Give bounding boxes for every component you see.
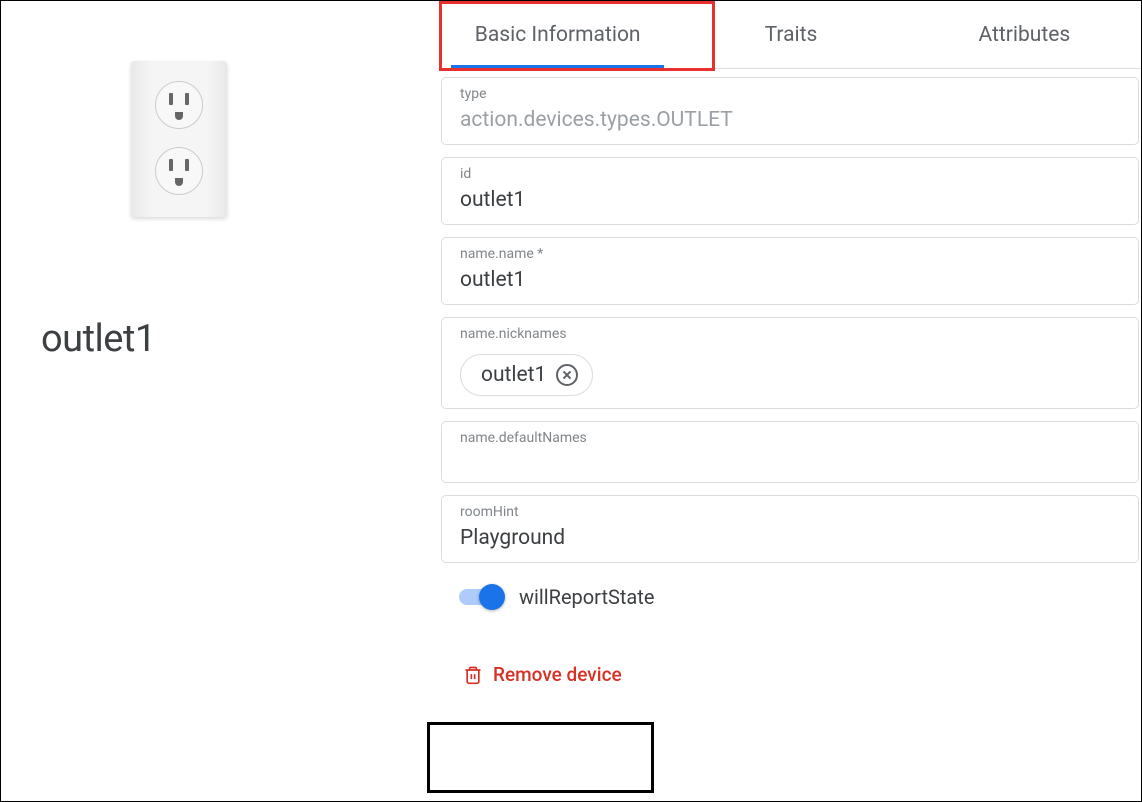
close-icon[interactable] [556,364,578,386]
id-value: outlet1 [460,188,1120,212]
remove-device-label: Remove device [493,663,622,686]
field-default-names[interactable]: name.defaultNames [441,421,1139,483]
field-room-hint[interactable]: roomHint [441,495,1139,563]
tab-attributes[interactable]: Attributes [908,1,1141,68]
name-input[interactable] [460,268,1120,292]
field-label: roomHint [460,504,1120,520]
tab-label: Basic Information [475,23,641,47]
field-label: name.name * [460,246,1120,262]
tab-label: Traits [765,23,818,47]
toggle-label: willReportState [519,585,654,609]
room-hint-input[interactable] [460,526,1120,550]
trash-icon [463,664,483,686]
nickname-chip: outlet1 [460,354,593,396]
outlet-icon [131,61,227,217]
chip-text: outlet1 [481,363,546,387]
will-report-state-row: willReportState [459,585,1121,609]
type-value: action.devices.types.OUTLET [460,108,1120,132]
tab-basic-information[interactable]: Basic Information [441,1,674,68]
field-label: type [460,86,1120,102]
remove-device-button[interactable]: Remove device [459,657,626,692]
field-id[interactable]: id outlet1 [441,157,1139,225]
toggle-knob [479,584,505,610]
field-label: name.nicknames [460,326,1120,342]
tab-label: Attributes [978,23,1070,47]
tab-traits[interactable]: Traits [674,1,907,68]
tabs-bar: Basic Information Traits Attributes [441,1,1141,69]
field-label: name.defaultNames [460,430,1120,446]
field-nicknames[interactable]: name.nicknames outlet1 [441,317,1139,409]
form-area: type action.devices.types.OUTLET id outl… [441,69,1141,801]
will-report-state-toggle[interactable] [459,589,501,605]
field-name-name[interactable]: name.name * [441,237,1139,305]
main-panel: Basic Information Traits Attributes type… [441,1,1141,801]
field-type[interactable]: type action.devices.types.OUTLET [441,77,1139,145]
field-label: id [460,166,1120,182]
device-sidebar: outlet1 [1,1,441,801]
device-name-heading: outlet1 [41,317,401,361]
